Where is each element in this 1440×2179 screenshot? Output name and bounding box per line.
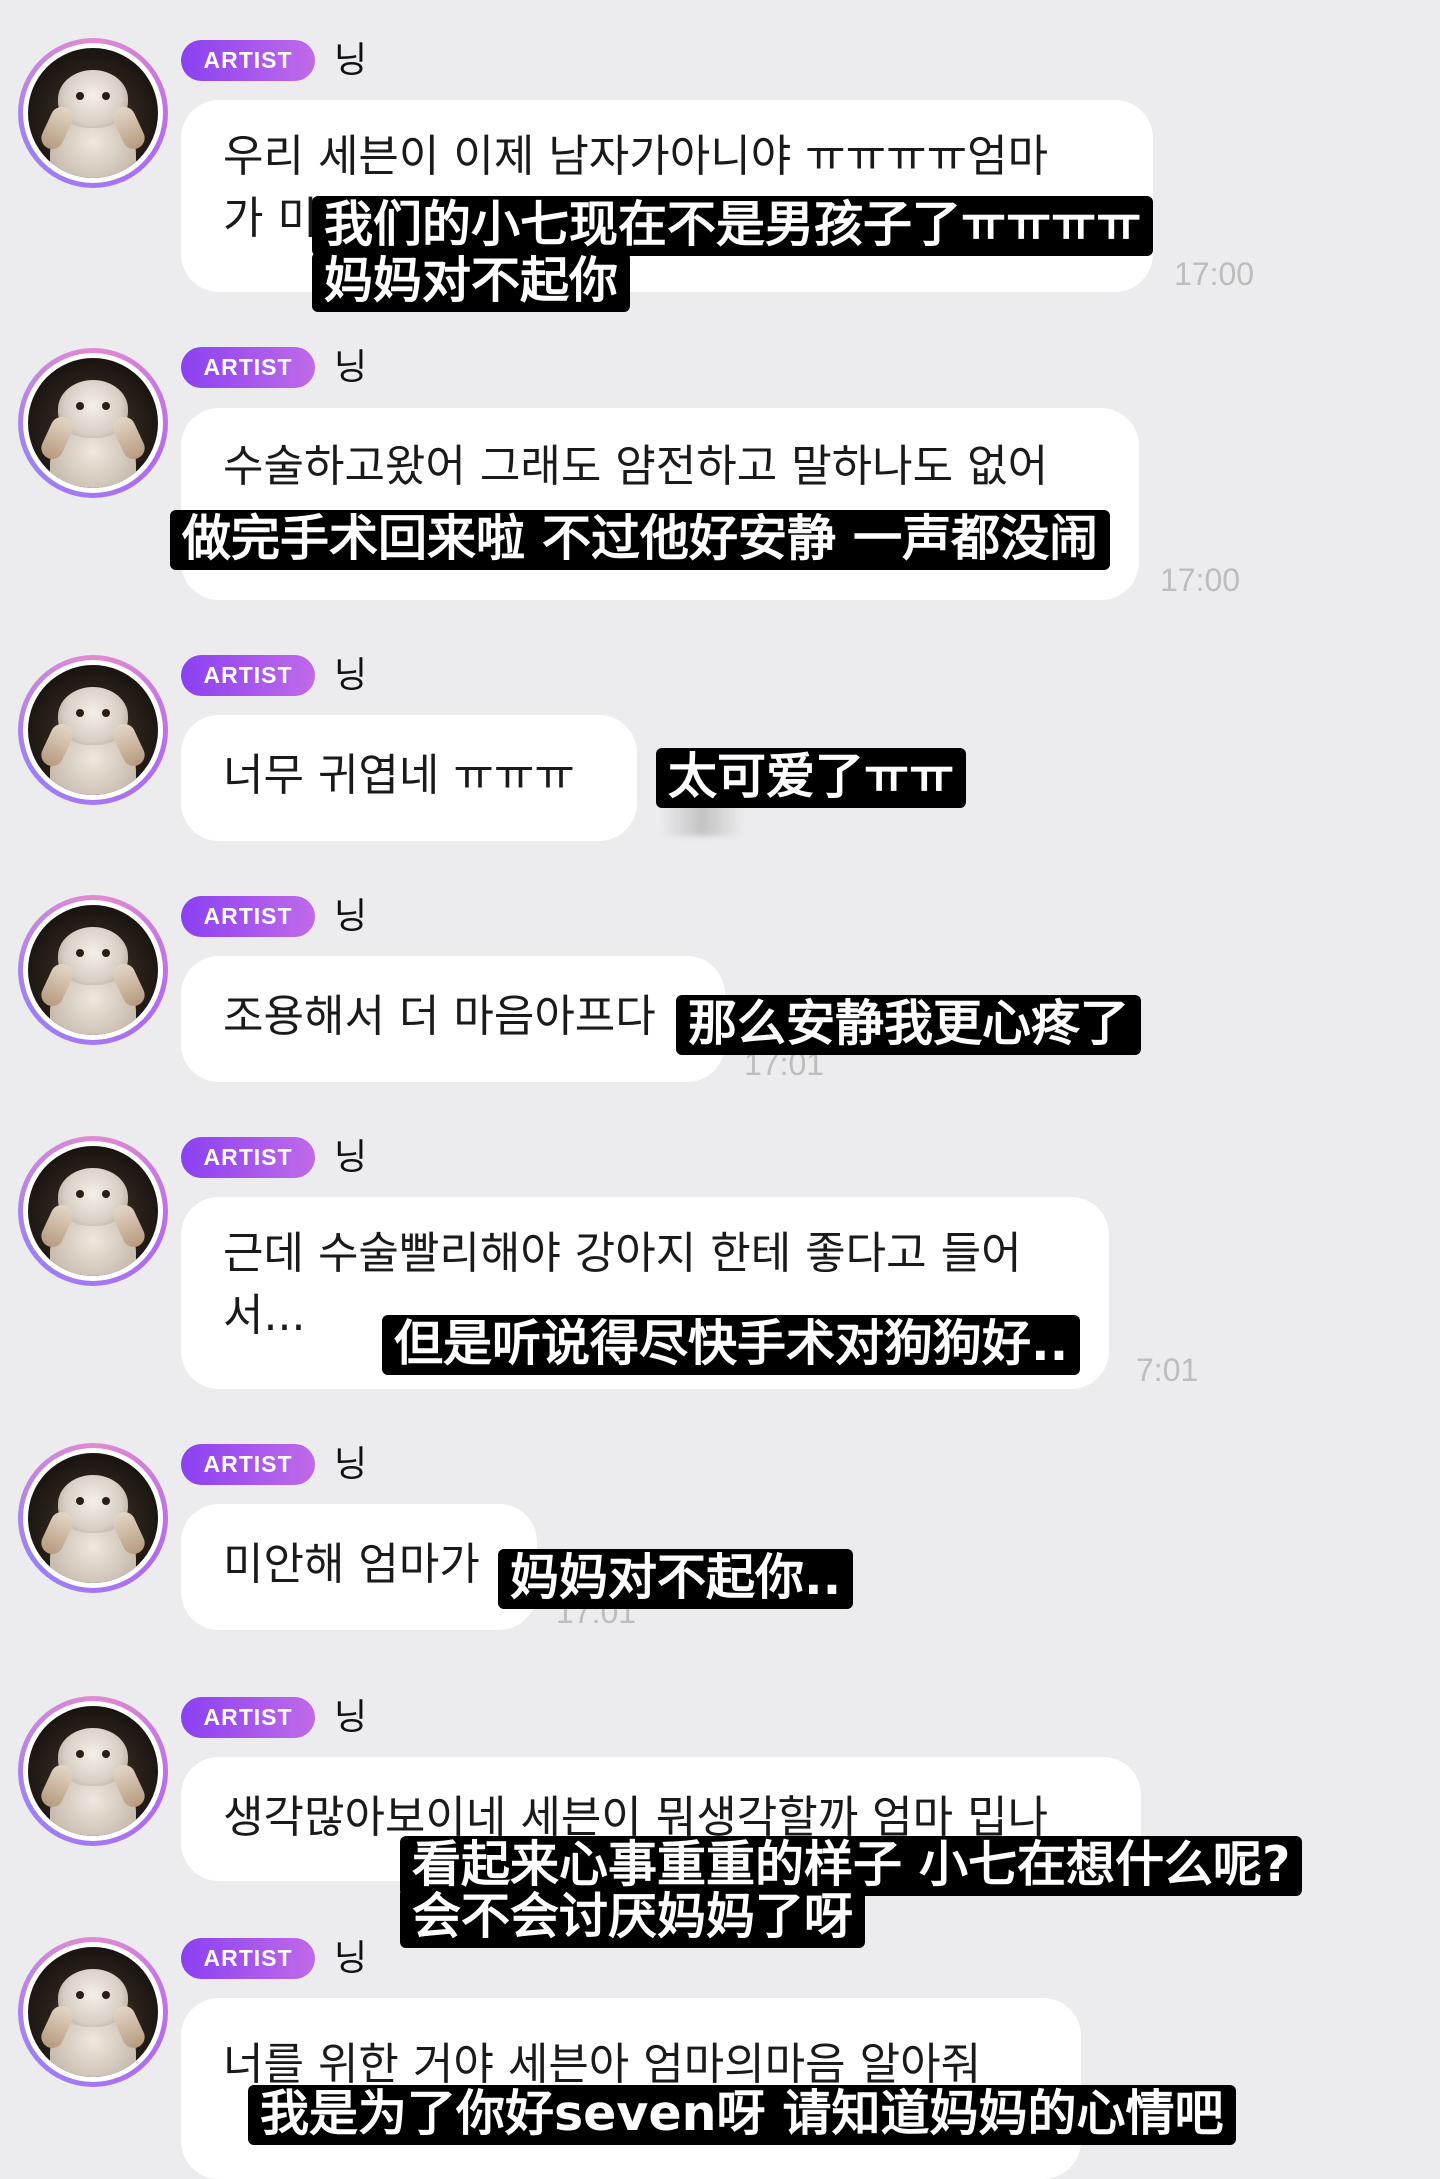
artist-badge: ARTIST (181, 1137, 315, 1178)
cat-avatar-icon (28, 358, 158, 488)
subtitle-line: 我们的小七现在不是男孩子了ㅠㅠㅠㅠ (312, 196, 1154, 256)
avatar[interactable] (18, 655, 168, 805)
cat-avatar-icon (28, 48, 158, 178)
subtitle-line: 那么安静我更心疼了 (676, 995, 1142, 1055)
sender-name: 닝 (334, 1938, 368, 1979)
cat-avatar-icon (28, 1453, 158, 1583)
message-bubble[interactable]: 미안해 엄마가 (181, 1504, 537, 1630)
sender-name: 닝 (334, 655, 368, 696)
subtitle-line: 但是听说得尽快手术对狗狗好.. (382, 1315, 1081, 1375)
sender-name: 닝 (334, 1697, 368, 1738)
message-time: 17:00 (1174, 256, 1255, 292)
avatar[interactable] (18, 1443, 168, 1593)
subtitle-line: 我是为了你好seven呀 请知道妈妈的心情吧 (248, 2085, 1236, 2145)
artist-badge: ARTIST (181, 1938, 315, 1979)
artist-badge: ARTIST (181, 40, 315, 81)
artist-badge: ARTIST (181, 896, 315, 937)
cat-avatar-icon (28, 1706, 158, 1836)
avatar[interactable] (18, 1696, 168, 1846)
cat-avatar-icon (28, 905, 158, 1035)
subtitle-line: 会不会讨厌妈妈了呀 (400, 1888, 866, 1948)
cat-avatar-icon (28, 665, 158, 795)
sender-name: 닝 (334, 40, 368, 81)
subtitle-line: 妈妈对不起你.. (498, 1549, 854, 1609)
sender-name: 닝 (334, 347, 368, 388)
message-bubble[interactable]: 조용해서 더 마음아프다 (181, 956, 725, 1082)
avatar[interactable] (18, 1136, 168, 1286)
sender-name: 닝 (334, 896, 368, 937)
artist-badge: ARTIST (181, 1697, 315, 1738)
subtitle-line: 妈妈对不起你 (312, 252, 631, 312)
subtitle-line: 太可爱了ㅠㅠ (656, 748, 967, 808)
sender-name: 닝 (334, 1444, 368, 1485)
message-time: 17:00 (1160, 562, 1241, 598)
avatar[interactable] (18, 895, 168, 1045)
message-time: 7:01 (1136, 1352, 1199, 1388)
cat-avatar-icon (28, 1947, 158, 2077)
sender-name: 닝 (334, 1137, 368, 1178)
artist-badge: ARTIST (181, 655, 315, 696)
cat-avatar-icon (28, 1146, 158, 1276)
subtitle-line: 做完手术回来啦 不过他好安静 一声都没闹 (170, 510, 1111, 570)
message-bubble[interactable]: 수술하고왔어 그래도 얌전하고 말하나도 없어 (181, 408, 1139, 600)
avatar[interactable] (18, 38, 168, 188)
subtitle-line: 看起来心事重重的样子 小七在想什么呢? (400, 1836, 1303, 1896)
message-bubble[interactable]: 너무 귀엽네 ㅠㅠㅠ (181, 715, 637, 841)
artist-badge: ARTIST (181, 347, 315, 388)
avatar[interactable] (18, 1937, 168, 2087)
artist-badge: ARTIST (181, 1444, 315, 1485)
avatar[interactable] (18, 348, 168, 498)
